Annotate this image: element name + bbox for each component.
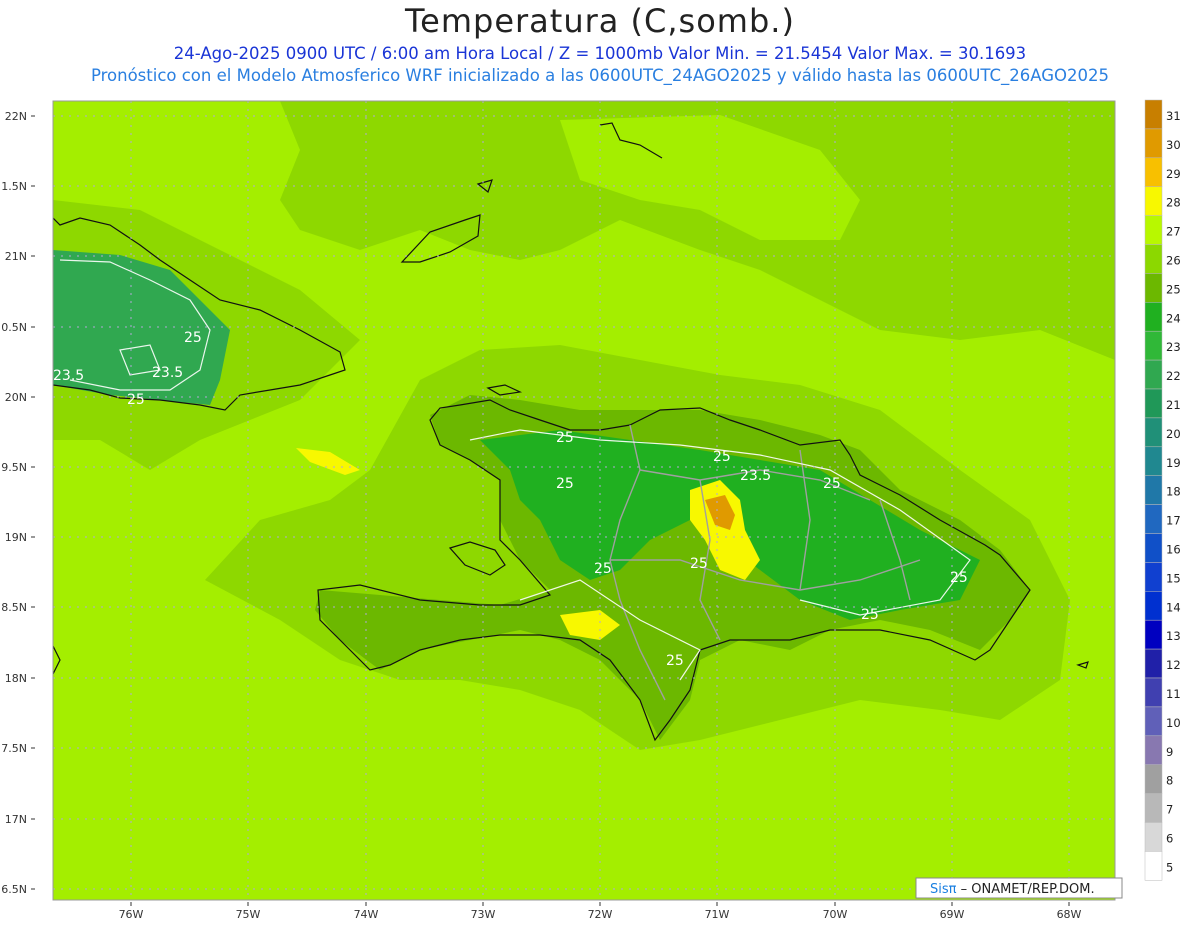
colorbar-swatch xyxy=(1144,128,1163,159)
colorbar-swatch xyxy=(1144,504,1163,534)
contour-label: 25 xyxy=(823,476,841,492)
temperature-map: 25 23.5 25 23.5 25 25 25 23.5 25 25 25 2… xyxy=(1,99,1181,921)
contour-label: 25 xyxy=(666,653,684,669)
colorbar-swatch xyxy=(1144,244,1163,274)
contour-label: 25 xyxy=(713,449,731,465)
lon-label: 70W xyxy=(823,908,848,921)
lon-label: 72W xyxy=(588,908,613,921)
colorbar-label: 10 xyxy=(1166,716,1181,730)
colorbar-swatch xyxy=(1144,677,1163,708)
colorbar-label: 6 xyxy=(1166,832,1173,846)
contour-label: 23.5 xyxy=(53,368,84,384)
colorbar-swatch xyxy=(1144,273,1163,303)
colorbar-swatch xyxy=(1144,793,1163,823)
colorbar-label: 13 xyxy=(1166,629,1181,643)
colorbar-swatch xyxy=(1144,764,1163,794)
colorbar-label: 27 xyxy=(1166,225,1181,239)
lat-label: 19N xyxy=(5,531,27,544)
colorbar-swatch xyxy=(1144,359,1163,390)
colorbar-label: 8 xyxy=(1166,774,1173,788)
colorbar-swatch xyxy=(1144,99,1163,130)
colorbar-swatch xyxy=(1144,186,1163,216)
lon-label: 75W xyxy=(236,908,261,921)
colorbar-label: 19 xyxy=(1166,456,1181,470)
colorbar-label: 5 xyxy=(1166,860,1173,874)
lat-label: 0.5N xyxy=(1,321,27,334)
colorbar-label: 11 xyxy=(1166,687,1181,701)
colorbar-label: 31 xyxy=(1166,109,1181,123)
contour-label: 25 xyxy=(556,430,574,446)
colorbar-label: 12 xyxy=(1166,658,1181,672)
colorbar-swatch xyxy=(1144,648,1163,679)
credit-text: Sisπ – ONAMET/REP.DOM. xyxy=(930,882,1095,897)
contour-label: 25 xyxy=(184,330,202,346)
lat-label: 6.5N xyxy=(1,883,27,896)
colorbar-label: 16 xyxy=(1166,543,1181,557)
colorbar-label: 26 xyxy=(1166,254,1181,268)
colorbar-swatch xyxy=(1144,851,1163,881)
colorbar-label: 14 xyxy=(1166,600,1181,614)
lat-label: 21N xyxy=(5,250,27,263)
lat-label: 20N xyxy=(5,391,27,404)
colorbar-swatch xyxy=(1144,302,1163,332)
colorbar-label: 17 xyxy=(1166,514,1181,528)
contour-label: 23.5 xyxy=(152,365,183,381)
lon-label: 73W xyxy=(471,908,496,921)
colorbar-label: 24 xyxy=(1166,311,1181,325)
colorbar-swatch xyxy=(1144,735,1163,765)
colorbar-swatch xyxy=(1144,619,1163,650)
colorbar-label: 18 xyxy=(1166,485,1181,499)
colorbar-label: 15 xyxy=(1166,571,1181,585)
colorbar-swatch xyxy=(1144,822,1163,852)
lat-label: 7.5N xyxy=(1,742,27,755)
lat-label: 9.5N xyxy=(1,461,27,474)
colorbar-label: 21 xyxy=(1166,398,1181,412)
colorbar-swatch xyxy=(1144,417,1163,448)
lon-label: 69W xyxy=(940,908,965,921)
colorbar-label: 7 xyxy=(1166,803,1173,817)
colorbar-swatch xyxy=(1144,446,1163,476)
contour-label: 23.5 xyxy=(740,468,771,484)
lon-label: 68W xyxy=(1057,908,1082,921)
colorbar-swatch xyxy=(1144,475,1163,505)
colorbar-label: 9 xyxy=(1166,745,1173,759)
colorbar-label: 30 xyxy=(1166,138,1181,152)
contour-label: 25 xyxy=(556,476,574,492)
colorbar-swatch xyxy=(1144,591,1163,621)
colorbar-swatch xyxy=(1144,706,1163,737)
lat-ticks xyxy=(31,115,35,890)
colorbar-swatch xyxy=(1144,157,1163,187)
colorbar-swatch xyxy=(1144,562,1163,592)
colorbar-swatch xyxy=(1144,533,1163,563)
colorbar: 31 30 29 28 27 26 25 24 23 22 21 20 19 18 17 16 15 14 13 12… xyxy=(1144,99,1181,881)
colorbar-label: 20 xyxy=(1166,427,1181,441)
lat-label: 8.5N xyxy=(1,601,27,614)
latitude-labels: 22N 1.5N 21N 0.5N 20N 9.5N 19N 8.5N 18N … xyxy=(1,110,27,896)
lon-label: 76W xyxy=(119,908,144,921)
lon-label: 71W xyxy=(705,908,730,921)
lon-ticks xyxy=(130,902,1070,906)
lon-label: 74W xyxy=(354,908,379,921)
contour-label: 25 xyxy=(594,561,612,577)
colorbar-swatch xyxy=(1144,215,1163,245)
colorbar-swatch xyxy=(1144,388,1163,419)
lat-label: 18N xyxy=(5,672,27,685)
contour-label: 25 xyxy=(861,607,879,623)
colorbar-label: 28 xyxy=(1166,196,1181,210)
contour-label: 25 xyxy=(690,556,708,572)
contour-label: 25 xyxy=(950,570,968,586)
colorbar-label: 25 xyxy=(1166,282,1181,296)
colorbar-label: 29 xyxy=(1166,167,1181,181)
lat-label: 17N xyxy=(5,813,27,826)
colorbar-label: 22 xyxy=(1166,369,1181,383)
longitude-labels: 76W 75W 74W 73W 72W 71W 70W 69W 68W xyxy=(119,908,1082,921)
lat-label: 22N xyxy=(5,110,27,123)
lat-label: 1.5N xyxy=(1,180,27,193)
contour-label: 25 xyxy=(127,392,145,408)
colorbar-swatch xyxy=(1144,330,1163,361)
colorbar-label: 23 xyxy=(1166,340,1181,354)
credit-org: – ONAMET/REP.DOM. xyxy=(956,882,1094,897)
sispi-logo: Sisπ xyxy=(930,882,957,897)
